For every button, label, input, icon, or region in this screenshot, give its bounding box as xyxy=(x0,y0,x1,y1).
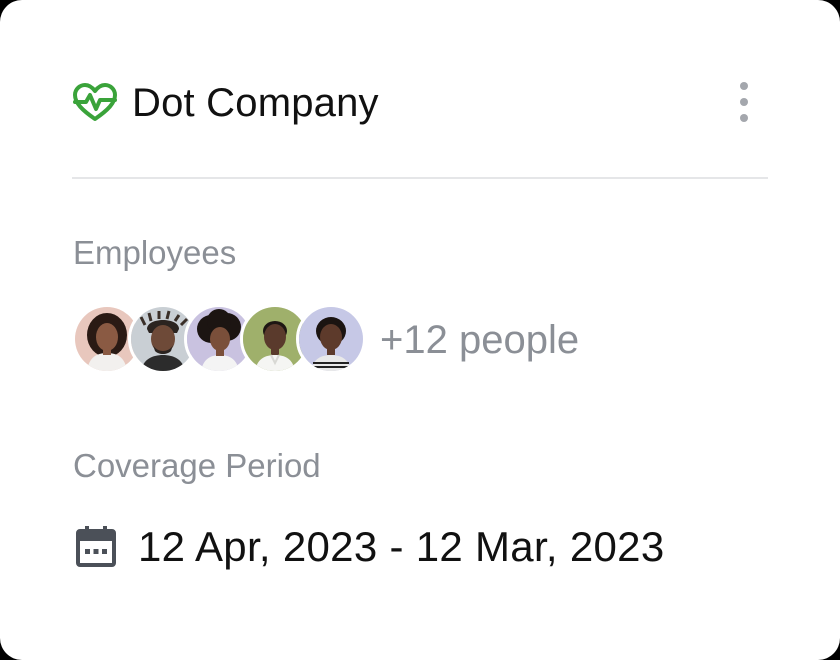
company-card: Dot Company Employees +12 people Coverag… xyxy=(0,0,840,660)
coverage-dates: 12 Apr, 2023 - 12 Mar, 2023 xyxy=(138,523,665,570)
dot-icon xyxy=(740,114,748,122)
coverage-period-row: 12 Apr, 2023 - 12 Mar, 2023 xyxy=(74,522,664,572)
header-divider xyxy=(72,177,768,179)
coverage-period-label: Coverage Period xyxy=(73,447,321,484)
company-name: Dot Company xyxy=(132,81,379,125)
dot-icon xyxy=(740,82,748,90)
dot-icon xyxy=(740,98,748,106)
more-people-count[interactable]: +12 people xyxy=(380,320,579,360)
employee-avatars[interactable] xyxy=(72,304,366,374)
more-options-button[interactable] xyxy=(734,82,754,122)
employees-label: Employees xyxy=(73,234,237,271)
avatar[interactable] xyxy=(296,304,366,374)
calendar-icon xyxy=(74,525,118,569)
heart-pulse-icon xyxy=(72,81,118,125)
card-header: Dot Company xyxy=(72,78,768,128)
